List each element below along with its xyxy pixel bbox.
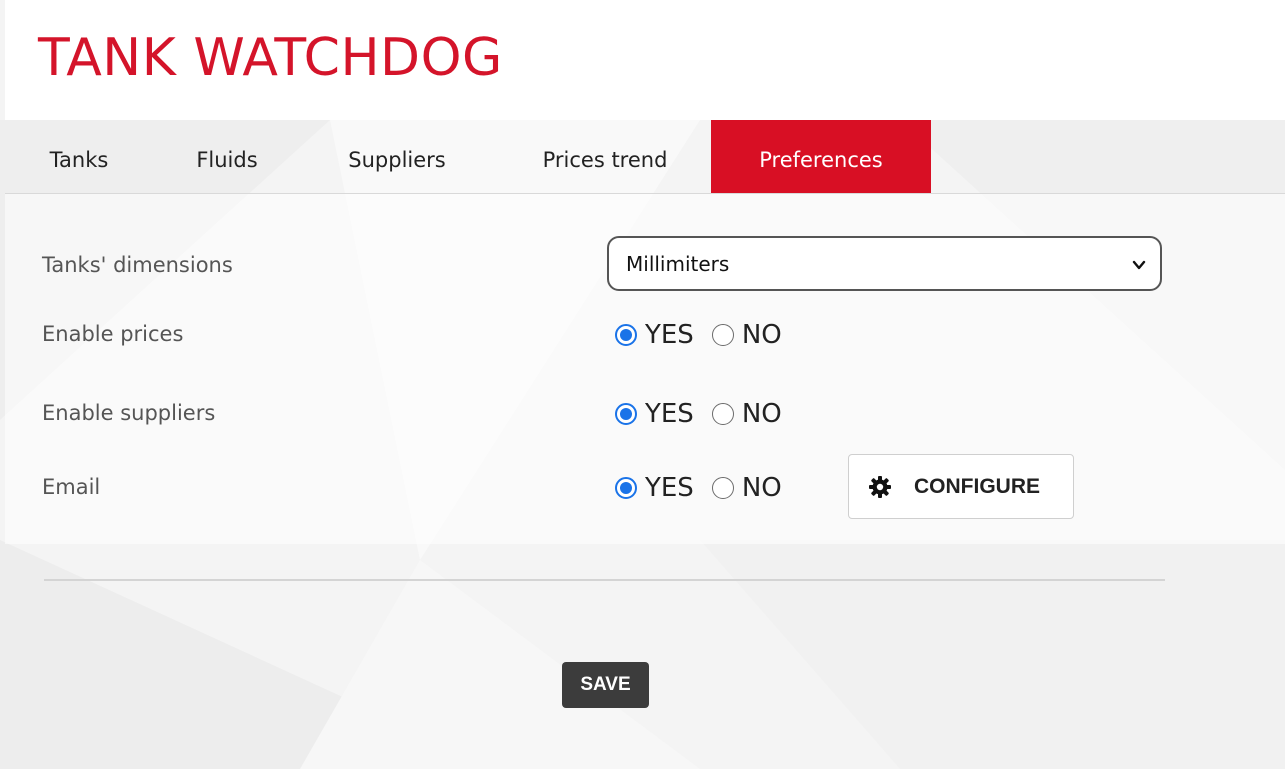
header: TANK WATCHDOG	[5, 0, 1285, 120]
tab-preferences[interactable]: Preferences	[711, 120, 931, 193]
dimensions-select[interactable]: Millimiters	[607, 236, 1162, 291]
dimensions-select-value: Millimiters	[626, 252, 730, 276]
email-yes-radio[interactable]	[615, 477, 637, 499]
email-radio-group: YES NO	[615, 471, 800, 505]
save-button[interactable]: SAVE	[562, 662, 649, 708]
tab-fluids[interactable]: Fluids	[177, 120, 277, 193]
prices-label: Enable prices	[42, 322, 184, 346]
prices-radio-group: YES NO	[615, 318, 800, 352]
suppliers-yes-radio[interactable]	[615, 403, 637, 425]
main-nav: Tanks Fluids Suppliers Prices trend Pref…	[5, 120, 1285, 194]
page: TANK WATCHDOG Tanks Fluids Suppliers Pri…	[0, 0, 1285, 769]
prices-no-radio[interactable]	[711, 324, 734, 346]
divider	[44, 579, 1165, 581]
email-yes-label[interactable]: YES	[645, 471, 694, 505]
email-label: Email	[42, 475, 101, 499]
tab-tanks[interactable]: Tanks	[34, 120, 124, 193]
suppliers-radio-group: YES NO	[615, 397, 800, 431]
configure-button-label: CONFIGURE	[914, 475, 1040, 498]
suppliers-no-radio[interactable]	[711, 403, 734, 425]
suppliers-label: Enable suppliers	[42, 401, 216, 425]
dimensions-label: Tanks' dimensions	[42, 253, 233, 277]
prices-yes-label[interactable]: YES	[645, 318, 694, 352]
tab-prices-trend[interactable]: Prices trend	[515, 120, 695, 193]
app-title: TANK WATCHDOG	[38, 28, 503, 88]
gear-icon	[869, 476, 891, 498]
tab-suppliers[interactable]: Suppliers	[327, 120, 467, 193]
prices-yes-radio[interactable]	[615, 324, 637, 346]
suppliers-yes-label[interactable]: YES	[645, 397, 694, 431]
configure-email-button[interactable]: CONFIGURE	[848, 454, 1074, 519]
email-no-radio[interactable]	[711, 477, 734, 499]
chevron-down-icon	[1132, 260, 1146, 270]
suppliers-no-label[interactable]: NO	[742, 397, 782, 431]
email-no-label[interactable]: NO	[742, 471, 782, 505]
prices-no-label[interactable]: NO	[742, 318, 782, 352]
